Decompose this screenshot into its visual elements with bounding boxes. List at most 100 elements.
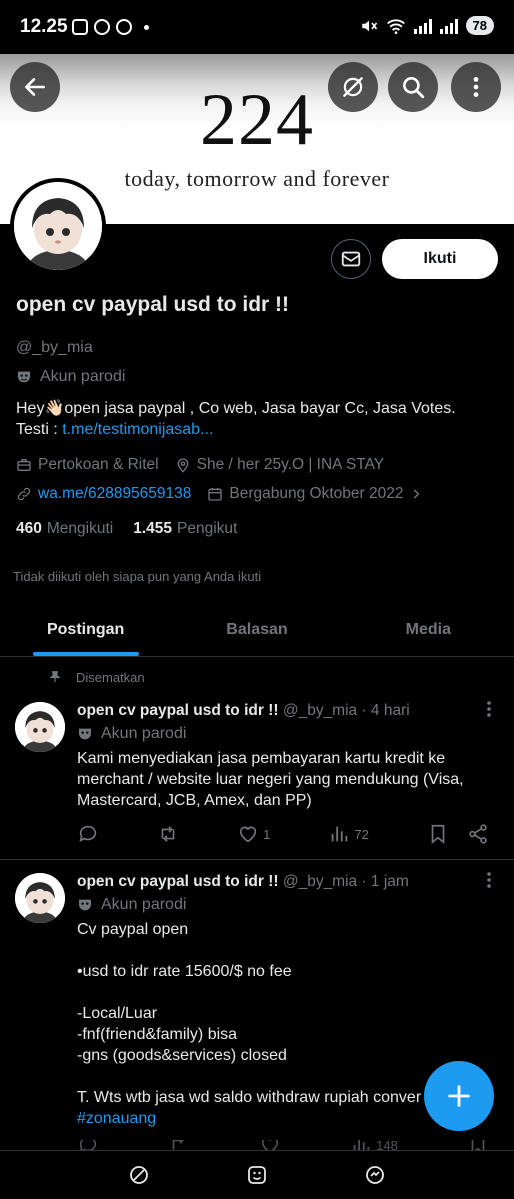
repost-icon [172, 1140, 184, 1150]
location-pin-icon [177, 458, 188, 473]
bio-text: Hey👋🏻open jasa paypal , Co web, Jasa bay… [16, 400, 456, 417]
envelope-icon [341, 251, 361, 267]
website-link[interactable]: wa.me/628895659138 [38, 485, 191, 503]
calendar-icon [208, 488, 223, 501]
reply-button[interactable] [77, 823, 99, 845]
wifi-icon [386, 18, 405, 34]
tab-media[interactable]: Media [343, 604, 514, 656]
website-item[interactable]: wa.me/628895659138 [16, 485, 191, 503]
repost-button[interactable] [157, 823, 179, 845]
share-icon[interactable] [467, 823, 489, 845]
post-body-text: Cv paypal open •usd to idr rate 15600/$ … [77, 921, 422, 1106]
joined-text: Bergabung Oktober 2022 [229, 485, 404, 502]
bio-link[interactable]: t.me/testimonijasab... [62, 421, 213, 438]
more-vertical-icon [473, 77, 479, 97]
heart-icon [261, 1140, 279, 1150]
communities-nav-icon[interactable] [245, 1163, 269, 1187]
follow-button[interactable]: Ikuti [382, 239, 498, 279]
system-icons: 78 [360, 16, 494, 35]
post-parody-label: Akun parodi [77, 896, 186, 914]
mute-icon [361, 20, 377, 31]
post-avatar[interactable] [15, 702, 65, 752]
category-item: Pertokoan & Ritel [16, 456, 159, 474]
avatar-illustration [15, 702, 65, 752]
mask-icon [79, 728, 91, 740]
link-icon [17, 487, 31, 501]
bookmark-share-group [427, 823, 489, 845]
grok-button[interactable] [328, 62, 378, 112]
post-author-name: open cv paypal usd to idr !! [77, 702, 279, 719]
views-chart-icon [353, 1140, 370, 1150]
post-more-button[interactable] [486, 700, 492, 723]
profile-bio: Hey👋🏻open jasa paypal , Co web, Jasa bay… [16, 398, 496, 440]
avatar-illustration [15, 873, 65, 923]
bookmark-icon[interactable] [427, 823, 449, 845]
grok-nav-icon[interactable] [127, 1163, 151, 1187]
post-avatar[interactable] [15, 873, 65, 923]
notification-icons [72, 19, 149, 35]
joined-item: Bergabung Oktober 2022 [207, 485, 423, 503]
signal-icon [413, 18, 432, 34]
bookmark-button[interactable] [467, 1140, 489, 1150]
post-parody-label: Akun parodi [77, 725, 186, 743]
search-button[interactable] [388, 62, 438, 112]
profile-meta-row-2: wa.me/628895659138 Bergabung Oktober 202… [16, 485, 423, 503]
views-button[interactable]: 72 [328, 823, 369, 845]
more-options-button[interactable] [451, 62, 501, 112]
status-time: 12.25 [20, 16, 68, 37]
profile-meta-row-1: Pertokoan & Ritel She / her 25y.O | INA … [16, 456, 384, 474]
pinned-indicator: Disematkan [48, 669, 145, 685]
github-icon [94, 19, 110, 35]
location-text: She / her 25y.O | INA STAY [196, 456, 385, 473]
more-vertical-icon [487, 872, 491, 888]
post-hashtag[interactable]: #zonauang [77, 1110, 156, 1127]
followers-stat[interactable]: 1.455 Pengikut [133, 520, 237, 538]
post-more-button[interactable] [486, 871, 492, 894]
post-header: open cv paypal usd to idr !! @_by_mia · … [77, 702, 410, 720]
parody-text: Akun parodi [40, 368, 126, 385]
profile-handle: @_by_mia [16, 339, 93, 356]
message-button[interactable] [331, 239, 371, 279]
spaces-nav-icon[interactable] [363, 1163, 387, 1187]
profile-avatar[interactable] [10, 178, 106, 274]
briefcase-icon [17, 459, 31, 471]
repost-button[interactable] [168, 1140, 190, 1150]
views-count: 72 [354, 826, 369, 842]
like-button[interactable] [259, 1140, 281, 1150]
compose-post-button[interactable] [424, 1061, 494, 1131]
profile-name: open cv paypal usd to idr !! [16, 293, 290, 316]
shop-icon [72, 19, 88, 35]
tab-balasan[interactable]: Balasan [171, 604, 342, 656]
like-button[interactable]: 1 [237, 823, 270, 845]
profile-tabs: Postingan Balasan Media [0, 604, 514, 657]
post-header: open cv paypal usd to idr !! @_by_mia · … [77, 873, 409, 891]
following-count: 460 [16, 520, 42, 537]
chevron-right-icon[interactable] [409, 487, 423, 501]
signal-2-icon [439, 18, 458, 34]
avatar-image [14, 182, 102, 270]
post-divider [0, 859, 514, 860]
post-parody-text: Akun parodi [101, 896, 187, 913]
post-actions: 1 72 [77, 823, 489, 845]
heart-icon [239, 826, 257, 843]
followers-count: 1.455 [133, 520, 173, 537]
back-button[interactable] [10, 62, 60, 112]
more-notifications-dot-icon [144, 24, 149, 30]
post-author-name: open cv paypal usd to idr !! [77, 873, 279, 890]
bottom-navigation [0, 1150, 514, 1199]
following-stat[interactable]: 460 Mengikuti [16, 520, 113, 538]
battery-level: 78 [465, 16, 494, 35]
views-button[interactable]: 148 [350, 1140, 398, 1150]
status-bar: 12.25 78 [0, 0, 514, 54]
location-item: She / her 25y.O | INA STAY [175, 456, 385, 474]
post-actions: 148 [77, 1140, 489, 1150]
reply-button[interactable] [77, 1140, 99, 1150]
tab-postingan[interactable]: Postingan [0, 604, 171, 656]
search-icon [403, 77, 425, 99]
follow-counts: 460 Mengikuti 1.455 Pengikut [16, 520, 237, 538]
category-text: Pertokoan & Ritel [38, 456, 159, 473]
grok-icon [343, 77, 363, 97]
pin-icon [49, 671, 61, 683]
plus-icon [448, 1085, 470, 1107]
post-handle-time: @_by_mia · 4 hari [278, 702, 410, 719]
